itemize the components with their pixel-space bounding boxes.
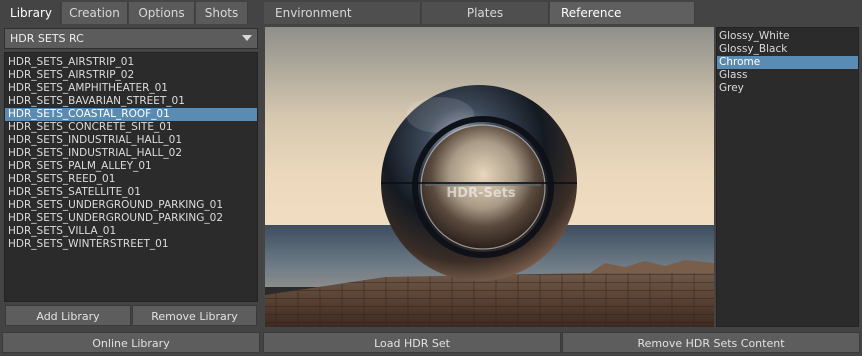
- list-item[interactable]: HDR_SETS_BAVARIAN_STREET_01: [5, 95, 257, 108]
- remove-library-button[interactable]: Remove Library: [132, 305, 257, 326]
- chevron-down-icon[interactable]: [242, 35, 252, 41]
- list-item[interactable]: HDR_SETS_AMPHITHEATER_01: [5, 82, 257, 95]
- hdr-sets-watermark: HDR-Sets: [446, 186, 515, 201]
- list-item[interactable]: HDR_SETS_WINTERSTREET_01: [5, 238, 257, 251]
- list-item[interactable]: HDR_SETS_AIRSTRIP_01: [5, 56, 257, 69]
- tab-plates[interactable]: Plates: [422, 2, 549, 24]
- tab-options[interactable]: Options: [129, 2, 195, 24]
- chrome-sphere-render: HDR-Sets: [265, 27, 714, 327]
- tab-environment[interactable]: Environment: [264, 2, 421, 24]
- tab-shots[interactable]: Shots: [196, 2, 248, 24]
- list-item[interactable]: HDR_SETS_SATELLITE_01: [5, 186, 257, 199]
- remove-hdr-sets-content-button[interactable]: Remove HDR Sets Content: [562, 332, 860, 353]
- shader-item[interactable]: Glass: [717, 69, 858, 82]
- hdr-set-list[interactable]: HDR_SETS_AIRSTRIP_01 HDR_SETS_AIRSTRIP_02…: [4, 52, 258, 302]
- list-item[interactable]: HDR_SETS_VILLA_01: [5, 225, 257, 238]
- list-item[interactable]: HDR_SETS_INDUSTRIAL_HALL_01: [5, 134, 257, 147]
- library-dropdown[interactable]: HDR SETS RC: [4, 28, 258, 49]
- tab-library[interactable]: Library: [2, 2, 61, 24]
- list-item[interactable]: HDR_SETS_PALM_ALLEY_01: [5, 160, 257, 173]
- shader-item[interactable]: Chrome: [717, 56, 858, 69]
- load-hdr-set-button[interactable]: Load HDR Set: [263, 332, 561, 353]
- library-dropdown-value: HDR SETS RC: [10, 32, 84, 45]
- list-item[interactable]: HDR_SETS_UNDERGROUND_PARKING_01: [5, 199, 257, 212]
- list-item[interactable]: HDR_SETS_COASTAL_ROOF_01: [5, 108, 257, 121]
- tab-creation[interactable]: Creation: [62, 2, 128, 24]
- shader-item[interactable]: Grey: [717, 82, 858, 95]
- add-library-button[interactable]: Add Library: [5, 305, 131, 326]
- tab-reference[interactable]: Reference: [550, 2, 695, 24]
- online-library-button[interactable]: Online Library: [2, 332, 260, 353]
- list-item[interactable]: HDR_SETS_INDUSTRIAL_HALL_02: [5, 147, 257, 160]
- shader-list[interactable]: Glossy_White Glossy_Black Chrome Glass Grey: [716, 27, 859, 327]
- list-item[interactable]: HDR_SETS_AIRSTRIP_02: [5, 69, 257, 82]
- list-item[interactable]: HDR_SETS_UNDERGROUND_PARKING_02: [5, 212, 257, 225]
- list-item[interactable]: HDR_SETS_REED_01: [5, 173, 257, 186]
- shader-item[interactable]: Glossy_White: [717, 30, 858, 43]
- list-item[interactable]: HDR_SETS_CONCRETE_SITE_01: [5, 121, 257, 134]
- reference-preview: HDR-Sets: [265, 27, 714, 327]
- shader-item[interactable]: Glossy_Black: [717, 43, 858, 56]
